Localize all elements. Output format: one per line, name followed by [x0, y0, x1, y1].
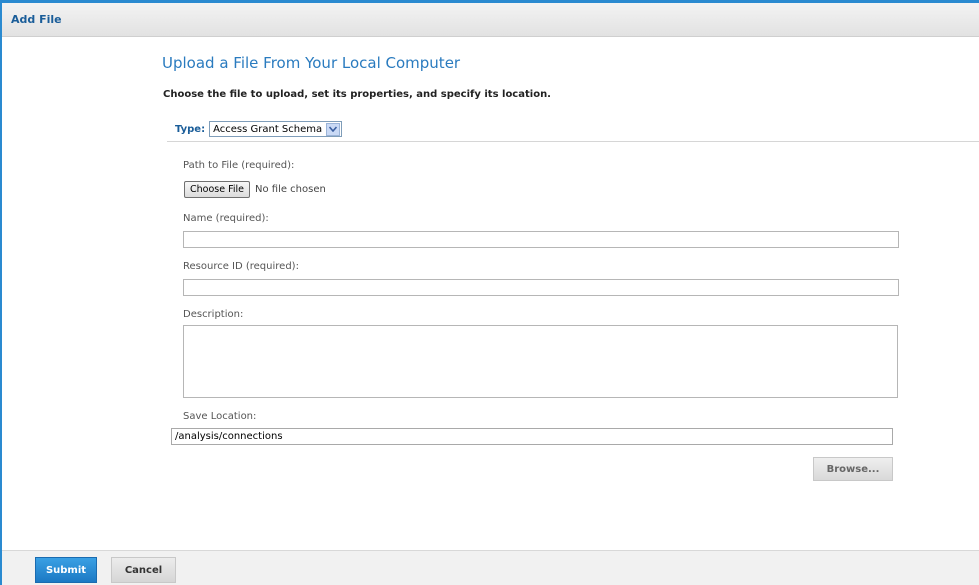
file-status: No file chosen: [255, 184, 326, 195]
description-field[interactable]: [183, 325, 898, 398]
path-label: Path to File (required):: [183, 160, 295, 171]
name-label: Name (required):: [183, 213, 269, 224]
dialog-footer: Submit Cancel: [2, 550, 979, 585]
save-location-label: Save Location:: [183, 411, 257, 422]
type-label: Type:: [175, 123, 206, 135]
resource-id-label: Resource ID (required):: [183, 261, 299, 272]
browse-button[interactable]: Browse...: [813, 457, 893, 481]
file-picker: Choose File No file chosen: [184, 181, 326, 198]
page-title: Upload a File From Your Local Computer: [162, 54, 461, 72]
submit-button[interactable]: Submit: [35, 557, 97, 583]
chevron-down-icon[interactable]: [326, 122, 341, 136]
type-select[interactable]: Access Grant Schema: [209, 121, 343, 137]
page-instructions: Choose the file to upload, set its prope…: [163, 89, 551, 100]
resource-id-field[interactable]: [183, 279, 899, 296]
type-select-value: Access Grant Schema: [213, 123, 323, 135]
add-file-dialog: Add File Upload a File From Your Local C…: [0, 0, 979, 585]
name-field[interactable]: [183, 231, 899, 248]
cancel-button[interactable]: Cancel: [111, 557, 176, 583]
divider: [167, 141, 979, 142]
description-label: Description:: [183, 309, 244, 320]
save-location-field[interactable]: /analysis/connections: [171, 428, 893, 445]
type-row: Type: Access Grant Schema: [175, 121, 343, 137]
dialog-title: Add File: [11, 13, 62, 26]
choose-file-button[interactable]: Choose File: [184, 181, 250, 198]
dialog-titlebar: Add File: [2, 3, 979, 37]
